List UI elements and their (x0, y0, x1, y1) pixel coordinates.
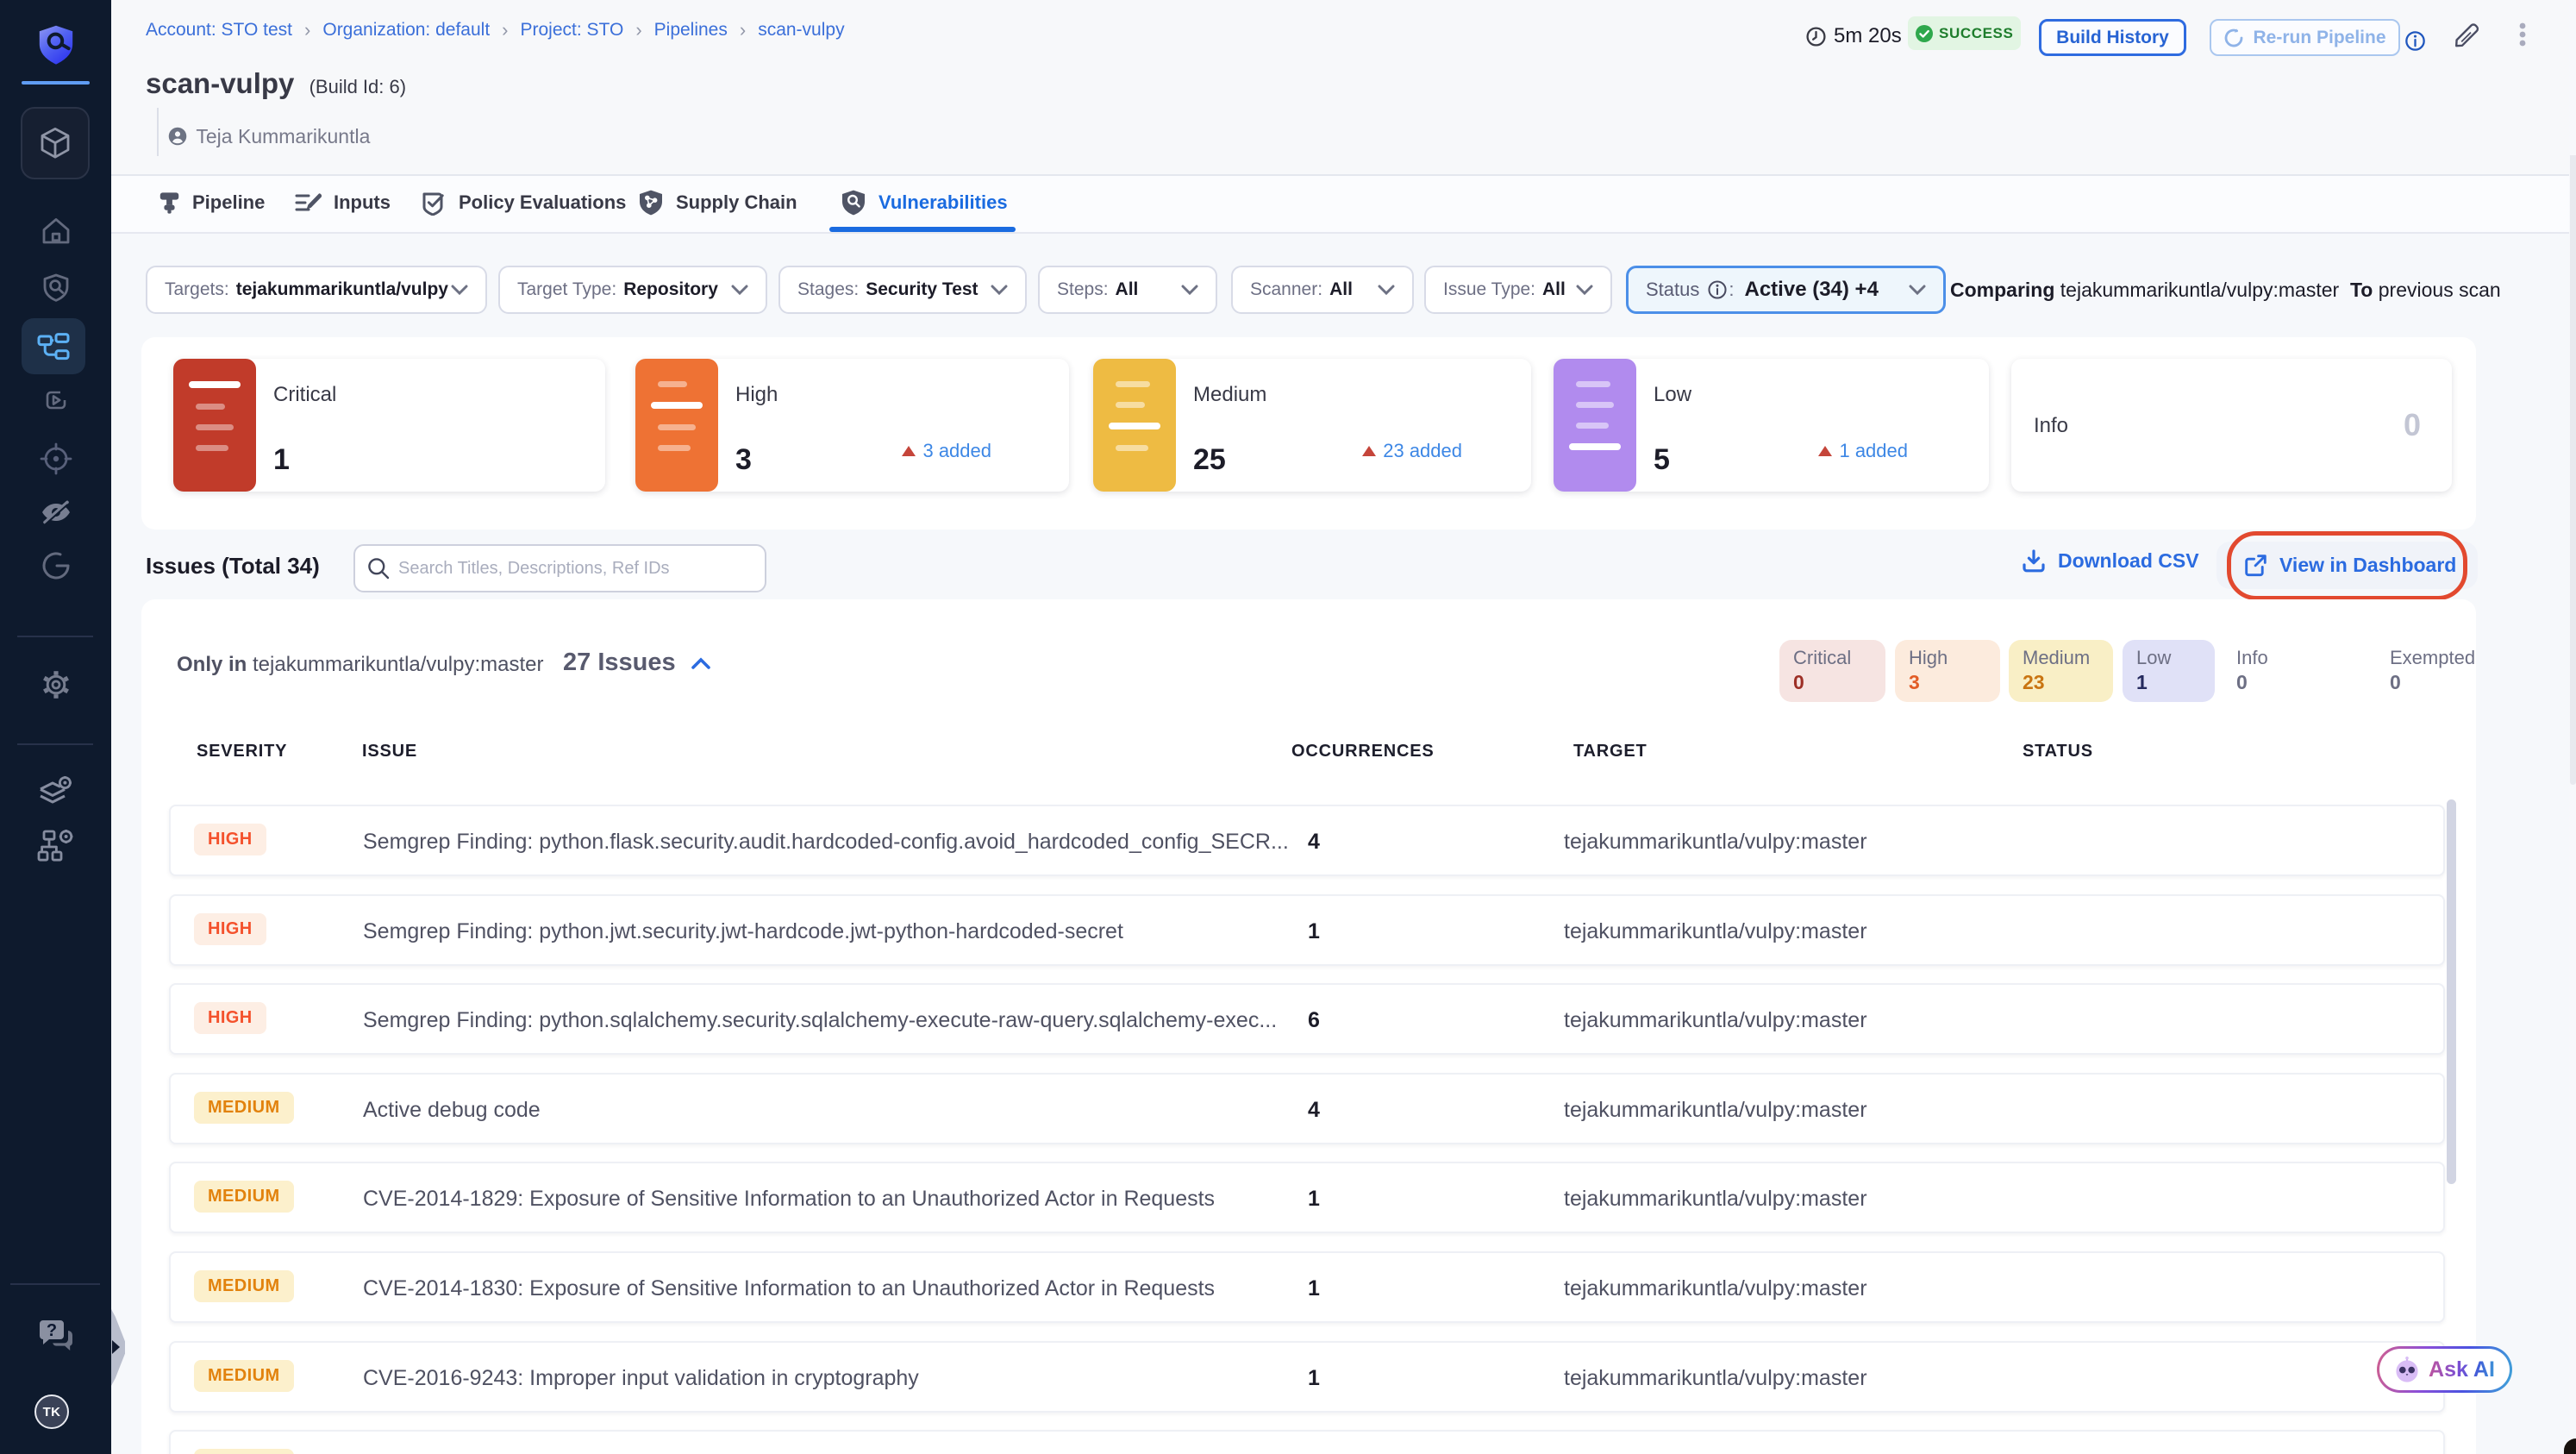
svg-text:?: ? (46, 1321, 56, 1340)
